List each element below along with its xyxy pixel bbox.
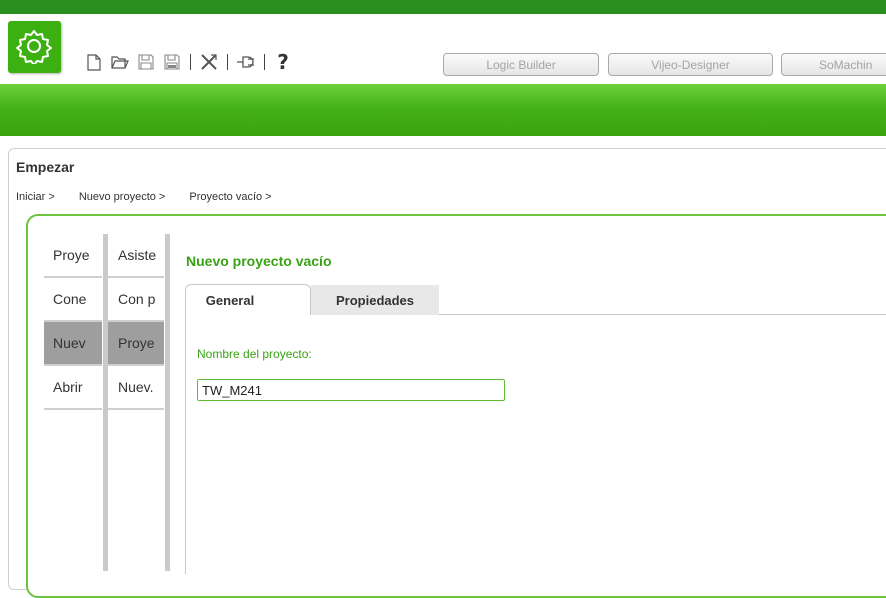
somachine-button[interactable]: SoMachin — [781, 53, 886, 76]
nav2-item-asistente[interactable]: Asiste — [108, 234, 164, 278]
project-name-input[interactable] — [197, 379, 505, 401]
nav1-item-conectar[interactable]: Cone — [44, 278, 102, 322]
nav2-item-nuevo[interactable]: Nuev. — [108, 366, 164, 410]
open-folder-icon[interactable] — [110, 52, 130, 72]
breadcrumb-nuevo-proyecto[interactable]: Nuevo proyecto > — [79, 191, 166, 203]
breadcrumb-proyecto-vacio[interactable]: Proyecto vacío > — [189, 191, 271, 203]
nav2-item-con-plantilla[interactable]: Con p — [108, 278, 164, 322]
toolbar-separator — [227, 54, 228, 70]
section-title: Nuevo proyecto vacío — [186, 253, 332, 269]
nav1-item-nuevo[interactable]: Nuev — [44, 322, 102, 366]
toolbar-separator — [190, 54, 191, 70]
page-title: Empezar — [16, 159, 75, 175]
nav-column-2: Asiste Con p Proye Nuev. — [108, 234, 164, 571]
logic-builder-button[interactable]: Logic Builder — [443, 53, 599, 76]
nav-column-1: Proye Cone Nuev Abrir — [44, 234, 102, 571]
nav1-item-proyecto[interactable]: Proye — [44, 234, 102, 278]
nav-splitter-2[interactable] — [165, 234, 170, 571]
save-as-icon[interactable] — [162, 52, 182, 72]
project-name-label: Nombre del proyecto: — [197, 347, 312, 361]
nav1-item-abrir[interactable]: Abrir — [44, 366, 102, 410]
home-gear-button[interactable] — [8, 21, 61, 73]
tools-icon[interactable] — [199, 52, 219, 72]
help-icon[interactable]: ? — [273, 50, 293, 74]
toolbar-icons: ? — [84, 50, 293, 74]
nav2-item-proyecto-vacio[interactable]: Proye — [108, 322, 164, 366]
save-icon[interactable] — [136, 52, 156, 72]
breadcrumb-iniciar[interactable]: Iniciar > — [16, 191, 55, 203]
toolbar-separator — [264, 54, 265, 70]
connect-plug-icon[interactable] — [236, 52, 256, 72]
breadcrumb: Iniciar > Nuevo proyecto > Proyecto vací… — [16, 191, 296, 203]
tab-bar: General Propiedades — [185, 284, 439, 315]
vijeo-designer-button[interactable]: Vijeo-Designer — [608, 53, 773, 76]
tab-propiedades[interactable]: Propiedades — [311, 285, 439, 315]
new-file-icon[interactable] — [84, 52, 104, 72]
tab-general[interactable]: General — [185, 284, 311, 315]
top-stripe — [0, 0, 886, 14]
header-band — [0, 84, 886, 136]
gear-icon — [16, 30, 52, 64]
